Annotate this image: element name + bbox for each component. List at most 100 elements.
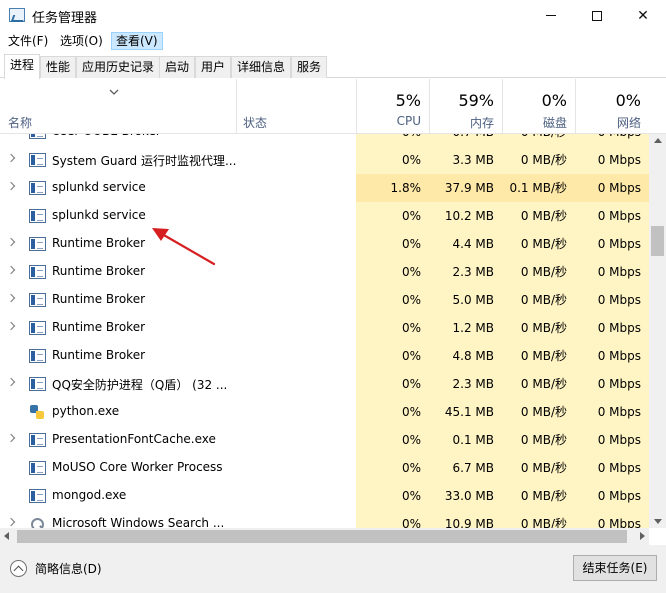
disk-cell: 0 MB/秒	[502, 454, 575, 482]
table-row[interactable]: Runtime Broker 0% 1.2 MB 0 MB/秒 0 Mbps	[0, 314, 649, 342]
tab-performance[interactable]: 性能	[40, 56, 77, 78]
network-cell: 0 Mbps	[575, 426, 649, 454]
column-status[interactable]: 状态	[236, 79, 356, 134]
column-header: 名称 状态 5% CPU 59% 内存 0% 磁盘 0% 网络	[0, 79, 666, 134]
tab-services[interactable]: 服务	[291, 56, 328, 78]
process-icon	[29, 153, 46, 167]
disk-cell: 0 MB/秒	[502, 370, 575, 398]
disk-cell: 0 MB/秒	[502, 286, 575, 314]
cpu-cell: 0%	[356, 286, 429, 314]
disk-cell: 0 MB/秒	[502, 146, 575, 174]
menu-view[interactable]: 查看(V)	[111, 32, 163, 50]
table-row[interactable]: User OOBE Broker 0%0.7 MB0 MB/秒0 Mbps	[0, 134, 649, 146]
expand-chevron-icon[interactable]	[6, 237, 16, 247]
horizontal-scroll-thumb[interactable]	[17, 530, 627, 543]
table-row[interactable]: Microsoft Windows Search ... 0% 10.9 MB 0 M…	[0, 510, 649, 528]
end-task-button[interactable]: 结束任务(E)	[573, 555, 657, 581]
column-name[interactable]: 名称	[0, 79, 236, 134]
network-cell: 0 Mbps	[575, 146, 649, 174]
disk-cell: 0 MB/秒	[502, 258, 575, 286]
cpu-cell: 0%	[356, 202, 429, 230]
scroll-up-icon[interactable]	[654, 138, 662, 143]
table-row[interactable]: MoUSO Core Worker Process 0% 6.7 MB 0 MB/秒 0…	[0, 454, 649, 482]
table-row[interactable]: splunkd service 0% 10.2 MB 0 MB/秒 0 Mbps	[0, 202, 649, 230]
cpu-cell: 1.8%	[356, 174, 429, 202]
tab-startup[interactable]: 启动	[159, 56, 196, 78]
process-name: PresentationFontCache.exe	[52, 432, 216, 446]
table-row[interactable]: python.exe 0% 45.1 MB 0 MB/秒 0 Mbps	[0, 398, 649, 426]
tab-app-history[interactable]: 应用历史记录	[76, 56, 161, 78]
memory-total-percent: 59%	[458, 91, 494, 110]
memory-cell: 10.2 MB	[429, 202, 502, 230]
cpu-cell: 0%	[356, 510, 429, 528]
cpu-cell: 0%	[356, 314, 429, 342]
column-network[interactable]: 0% 网络	[575, 79, 649, 134]
process-icon	[29, 489, 46, 503]
cpu-cell: 0%	[356, 342, 429, 370]
table-row[interactable]: Runtime Broker 0% 2.3 MB 0 MB/秒 0 Mbps	[0, 258, 649, 286]
column-memory[interactable]: 59% 内存	[429, 79, 502, 134]
network-cell: 0 Mbps	[575, 370, 649, 398]
expand-chevron-icon[interactable]	[6, 265, 16, 275]
memory-cell: 6.7 MB	[429, 454, 502, 482]
close-button[interactable]: ✕	[620, 0, 666, 31]
table-row[interactable]: System Guard 运行时监视代理... 0% 3.3 MB 0 MB/秒 0 M…	[0, 146, 649, 174]
fewer-details-link[interactable]: 简略信息(D)	[35, 560, 102, 577]
table-row[interactable]: splunkd service 1.8% 37.9 MB 0.1 MB/秒 0 Mbps	[0, 174, 649, 202]
tab-users[interactable]: 用户	[195, 56, 232, 78]
table-row[interactable]: Runtime Broker 0% 5.0 MB 0 MB/秒 0 Mbps	[0, 286, 649, 314]
cpu-cell: 0%	[356, 426, 429, 454]
minimize-button[interactable]	[528, 0, 574, 31]
memory-cell: 37.9 MB	[429, 174, 502, 202]
vertical-scrollbar[interactable]	[649, 134, 666, 528]
process-icon	[29, 265, 46, 279]
table-row[interactable]: mongod.exe 0% 33.0 MB 0 MB/秒 0 Mbps	[0, 482, 649, 510]
disk-cell: 0.1 MB/秒	[502, 174, 575, 202]
vertical-scroll-thumb[interactable]	[651, 226, 664, 256]
scroll-down-icon[interactable]	[654, 519, 662, 524]
maximize-button[interactable]	[574, 0, 620, 31]
fewer-details-chevron-up-icon[interactable]	[10, 560, 27, 577]
column-disk[interactable]: 0% 磁盘	[502, 79, 575, 134]
maximize-icon	[592, 10, 602, 21]
network-cell: 0 Mbps	[575, 314, 649, 342]
menu-bar: 文件(F) 选项(O) 查看(V)	[0, 31, 666, 51]
scroll-right-icon[interactable]	[640, 532, 645, 540]
expand-chevron-icon[interactable]	[6, 377, 16, 387]
disk-cell: 0 MB/秒	[502, 398, 575, 426]
tab-details[interactable]: 详细信息	[231, 56, 292, 78]
tab-processes[interactable]: 进程	[4, 54, 41, 79]
scroll-left-icon[interactable]	[4, 532, 9, 540]
expand-chevron-icon[interactable]	[6, 153, 16, 163]
disk-cell: 0 MB/秒	[502, 482, 575, 510]
minimize-icon	[546, 15, 556, 16]
expand-chevron-icon[interactable]	[6, 181, 16, 191]
table-row[interactable]: Runtime Broker 0% 4.4 MB 0 MB/秒 0 Mbps	[0, 230, 649, 258]
process-icon	[29, 134, 46, 139]
expand-chevron-icon[interactable]	[6, 293, 16, 303]
process-name: Runtime Broker	[52, 320, 146, 334]
process-icon	[29, 433, 46, 447]
task-manager-app-icon	[9, 8, 25, 22]
process-name: mongod.exe	[52, 488, 127, 502]
cpu-cell: 0%	[356, 454, 429, 482]
memory-cell: 0.7 MB	[429, 134, 502, 146]
disk-cell: 0 MB/秒	[502, 342, 575, 370]
menu-options[interactable]: 选项(O)	[56, 32, 107, 50]
process-icon	[29, 321, 46, 335]
expand-chevron-icon[interactable]	[6, 433, 16, 443]
column-cpu[interactable]: 5% CPU	[356, 79, 429, 134]
network-cell: 0 Mbps	[575, 174, 649, 202]
menu-file[interactable]: 文件(F)	[4, 32, 52, 50]
table-row[interactable]: Runtime Broker 0% 4.8 MB 0 MB/秒 0 Mbps	[0, 342, 649, 370]
process-name: QQ安全防护进程（Q盾） (32 ...	[52, 378, 228, 392]
network-cell: 0 Mbps	[575, 258, 649, 286]
table-row[interactable]: PresentationFontCache.exe 0% 0.1 MB 0 MB/秒 0…	[0, 426, 649, 454]
expand-chevron-icon[interactable]	[6, 517, 16, 527]
disk-cell: 0 MB/秒	[502, 510, 575, 528]
expand-chevron-icon[interactable]	[6, 321, 16, 331]
table-row[interactable]: QQ安全防护进程（Q盾） (32 ... 0% 2.3 MB 0 MB/秒 0 Mbps	[0, 370, 649, 398]
horizontal-scrollbar[interactable]	[0, 528, 649, 545]
footer: 简略信息(D) 结束任务(E)	[0, 545, 666, 593]
network-cell: 0 Mbps	[575, 454, 649, 482]
